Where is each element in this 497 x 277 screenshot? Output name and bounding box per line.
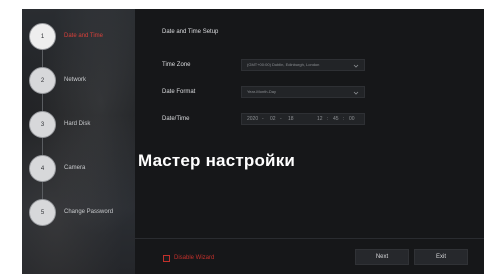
chevron-down-icon — [353, 64, 359, 68]
hour-input[interactable]: 12 — [317, 116, 323, 122]
page-title: Date and Time Setup — [162, 29, 219, 35]
time-zone-value: (GMT+00:00) Dublin, Edinburgh, London — [247, 62, 320, 67]
date-format-select[interactable]: Year-Month-Day — [241, 86, 365, 98]
step-label: Date and Time — [64, 33, 104, 39]
step-label: Hard Disk — [64, 121, 91, 127]
step-number-badge: 2 — [29, 67, 56, 94]
step-camera[interactable]: 4 Camera — [22, 155, 135, 185]
wizard-main-panel: Date and Time Setup Time Zone (GMT+00:00… — [135, 9, 484, 274]
minute-input[interactable]: 45 — [333, 116, 339, 122]
step-change-password[interactable]: 5 Change Password — [22, 199, 135, 229]
step-label: Network — [64, 77, 87, 83]
time-zone-label: Time Zone — [162, 62, 191, 68]
month-input[interactable]: 02 — [270, 116, 276, 122]
second-input[interactable]: 00 — [349, 116, 355, 122]
date-separator: - — [280, 116, 282, 122]
step-date-and-time[interactable]: 1 Date and Time — [22, 23, 135, 53]
step-network[interactable]: 2 Network — [22, 67, 135, 97]
year-input[interactable]: 2020 — [247, 116, 258, 122]
date-separator: - — [262, 116, 264, 122]
step-label: Camera — [64, 165, 86, 171]
step-number-badge: 1 — [29, 23, 56, 50]
step-number-badge: 4 — [29, 155, 56, 182]
step-label: Change Password — [64, 209, 114, 215]
next-button[interactable]: Next — [355, 249, 409, 265]
wizard-steps-sidebar: 1 Date and Time 2 Network 3 Hard Disk 4 … — [22, 9, 135, 274]
date-time-field: 2020 - 02 - 18 12 : 45 : 00 — [241, 113, 365, 125]
step-hard-disk[interactable]: 3 Hard Disk — [22, 111, 135, 141]
time-separator: : — [327, 116, 329, 122]
disable-wizard-checkbox[interactable] — [163, 255, 170, 262]
footer-divider — [135, 238, 484, 239]
exit-button[interactable]: Exit — [414, 249, 468, 265]
disable-wizard-label: Disable Wizard — [174, 255, 215, 261]
setup-wizard-screen: 1 Date and Time 2 Network 3 Hard Disk 4 … — [22, 9, 484, 274]
step-number-badge: 5 — [29, 199, 56, 226]
day-input[interactable]: 18 — [288, 116, 294, 122]
chevron-down-icon — [353, 91, 359, 95]
date-time-label: Date/Time — [162, 116, 190, 122]
time-separator: : — [343, 116, 345, 122]
date-format-label: Date Format — [162, 89, 196, 95]
date-format-value: Year-Month-Day — [247, 89, 276, 94]
overlay-caption: Мастер настройки — [138, 151, 296, 170]
time-zone-select[interactable]: (GMT+00:00) Dublin, Edinburgh, London — [241, 59, 365, 71]
step-number-badge: 3 — [29, 111, 56, 138]
